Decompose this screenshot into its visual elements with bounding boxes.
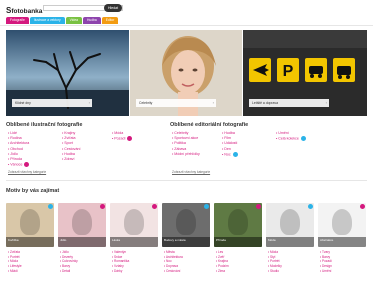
recommend-tile[interactable]: Móda xyxy=(266,203,314,247)
tile-badge-icon xyxy=(256,204,261,209)
tile-image xyxy=(20,209,40,235)
tile-badge-icon xyxy=(204,204,209,209)
hero-banner-2[interactable]: Celebrity › xyxy=(130,30,242,116)
nav-tab-0[interactable]: Fotografie xyxy=(6,17,29,24)
category-link[interactable]: • Vánoce xyxy=(8,162,30,168)
tile-badge-icon xyxy=(48,204,53,209)
tile-links: • Les • Zvěř • Krajina • Podzim • Zima xyxy=(216,250,229,274)
tile-badge-icon xyxy=(360,204,365,209)
site-logo[interactable]: Sfotobanka xyxy=(6,6,42,15)
nav-tab-3[interactable]: Hudba xyxy=(83,17,101,24)
more-dot-icon[interactable] xyxy=(24,162,30,168)
recommend-tile[interactable]: Abstrakce xyxy=(318,203,366,247)
recommend-tile[interactable]: Jídlo xyxy=(58,203,106,247)
tile-caption: Příroda xyxy=(214,237,262,247)
illustrations-col-3: • Móda • Pozadí xyxy=(112,131,133,142)
tile-link[interactable]: • Detail xyxy=(60,269,78,274)
tile-image xyxy=(124,209,144,235)
tile-image xyxy=(332,209,352,235)
tile-caption: Móda xyxy=(266,237,314,247)
category-link[interactable]: • Celá kolekce xyxy=(276,136,306,142)
category-link[interactable]: • Noc xyxy=(222,151,238,158)
tile-badge-icon xyxy=(308,204,313,209)
header-divider xyxy=(0,25,373,26)
nav-tab-4[interactable]: Editor xyxy=(101,17,119,24)
editorial-section-title: Oblíbené editoriální fotografie xyxy=(170,122,249,128)
category-link[interactable]: • Módní přehlídky xyxy=(172,152,200,157)
nav-tab-1[interactable]: Ilustrace a vektory xyxy=(29,17,65,24)
tile-link[interactable]: • Dárky xyxy=(112,269,129,274)
recommend-tile[interactable]: Budovy a města xyxy=(162,203,210,247)
editorial-col-3: • Umění • Celá kolekce xyxy=(276,131,306,142)
recommend-tile[interactable]: Láska xyxy=(110,203,158,247)
tile-links: • Móda • Styl • Portrét • Modelky • Studio xyxy=(268,250,282,274)
tile-caption: Abstrakce xyxy=(318,237,366,247)
tile-image xyxy=(280,209,300,235)
tile-image xyxy=(72,209,92,235)
recommend-tile[interactable]: Příroda xyxy=(214,203,262,247)
tile-caption: Jídlo xyxy=(58,237,106,247)
hero-caption-1[interactable]: Klidné dny › xyxy=(12,99,92,107)
tile-links: • Zvířata • Portrét • Móda • Lifestyle • Mlá… xyxy=(8,250,22,274)
tile-link[interactable]: • Zima xyxy=(216,269,229,274)
tile-links: • Jídlo • Dezerty • Cukrovinky • Barvy • Det… xyxy=(60,250,78,274)
tile-badge-icon xyxy=(152,204,157,209)
tile-link[interactable]: • Cestování xyxy=(164,269,183,274)
tile-links: • Valentýn • Srdce • Romantika • Vztahy • Dá… xyxy=(112,250,129,274)
hero-caption-3[interactable]: Letiště a doprava › xyxy=(249,99,329,107)
tile-badge-icon xyxy=(100,204,105,209)
category-link[interactable]: • Architektura xyxy=(8,141,29,146)
more-dot-icon[interactable] xyxy=(232,151,238,157)
category-link[interactable]: • Pozadí xyxy=(112,136,133,142)
main-nav: Fotografie Ilustrace a vektory Videa Hudba E… xyxy=(6,17,119,24)
editorial-col-2: • Hudba • Film • Události • Den • Noc xyxy=(222,131,238,157)
tile-caption: Láska xyxy=(110,237,158,247)
illustrations-section-title: Oblíbené ilustrační fotografie xyxy=(6,122,83,128)
tile-links: • Tvary • Barvy • Pozadí • Design • Umění xyxy=(320,250,332,274)
recommend-section-title: Motiv by vás zajímat xyxy=(6,188,60,194)
tile-image xyxy=(228,209,248,235)
hero-banner-3[interactable]: P Letiště a doprava › xyxy=(243,30,367,116)
illustrations-all-link[interactable]: Zobrazit všechny kategorie xyxy=(8,170,46,174)
illustrations-col-1: • Lidé • Rodina • Architektura • Obchod • Jí… xyxy=(8,131,30,168)
nav-tab-2[interactable]: Videa xyxy=(65,17,82,24)
more-dot-icon[interactable] xyxy=(300,136,306,142)
site-header: Sfotobanka Hledat Fotografie Ilustrace a … xyxy=(0,0,373,28)
category-link[interactable]: • Události xyxy=(222,141,238,146)
tile-link[interactable]: • Mládí xyxy=(8,269,22,274)
tile-link[interactable]: • Umění xyxy=(320,269,332,274)
tile-caption: Budovy a města xyxy=(162,237,210,247)
editorial-all-link[interactable]: Zobrazit všechny kategorie xyxy=(172,170,210,174)
editorial-col-1: • Celebrity • Sportovní akce • Politika • Z… xyxy=(172,131,200,157)
hero-banner-1[interactable]: Klidné dny › xyxy=(6,30,129,116)
tile-image xyxy=(176,209,196,235)
search-button[interactable]: Hledat xyxy=(104,4,122,12)
svg-text:P: P xyxy=(283,63,294,80)
tile-link[interactable]: • Studio xyxy=(268,269,282,274)
recommend-tile[interactable]: Kočička xyxy=(6,203,54,247)
tile-caption: Kočička xyxy=(6,237,54,247)
illustrations-col-2: • Krajiny • Zvířata • Sport • Cestování • Hu… xyxy=(62,131,80,162)
tile-link[interactable]: • Zvířata xyxy=(8,250,22,255)
category-link[interactable]: • Zdraví xyxy=(62,157,80,162)
more-dot-icon[interactable] xyxy=(127,136,133,142)
hero-caption-2[interactable]: Celebrity › xyxy=(136,99,216,107)
tile-links: • Města • Architektura • Noc • Doprava • Ces… xyxy=(164,250,183,274)
section-divider xyxy=(6,180,367,181)
